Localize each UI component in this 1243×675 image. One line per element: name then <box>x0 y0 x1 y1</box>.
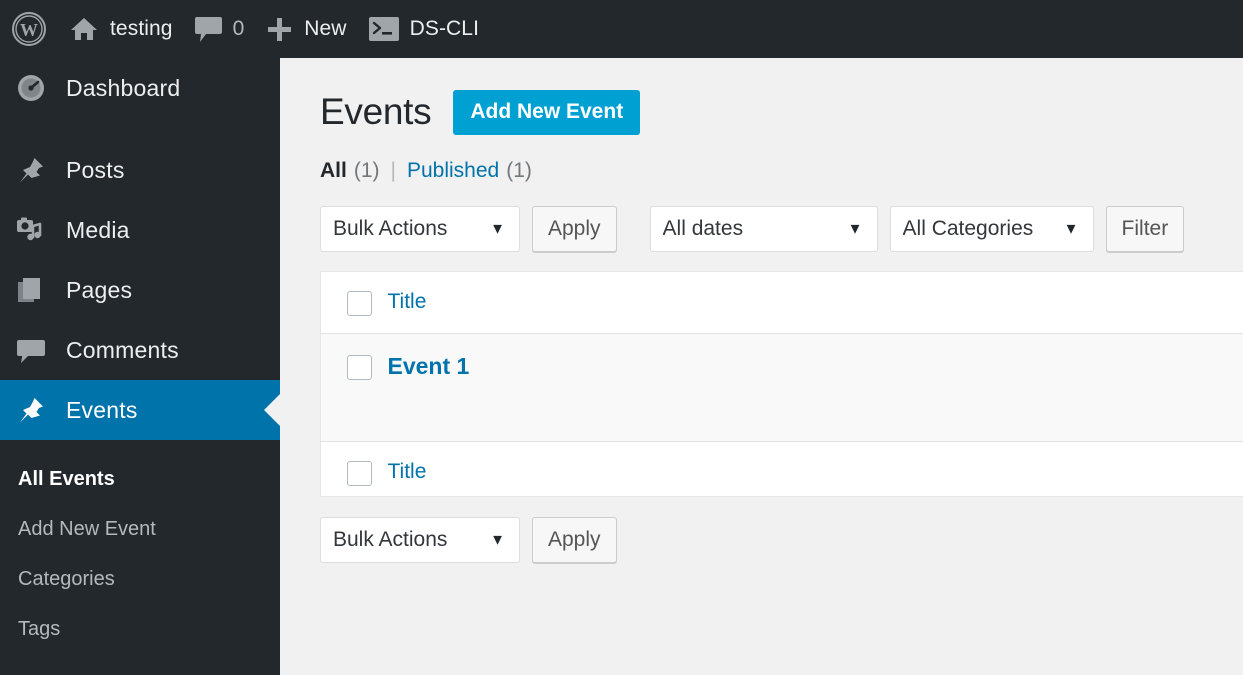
events-list-table: Title Event 1 Title <box>320 271 1243 498</box>
current-menu-arrow-icon <box>264 394 280 426</box>
table-header-row: Title <box>320 271 1243 335</box>
filter-count-all: (1) <box>353 159 380 182</box>
sidebar-item-label: Pages <box>66 276 133 303</box>
all-dates-select[interactable]: All dates <box>649 206 878 253</box>
row-select-checkbox[interactable] <box>347 355 372 381</box>
site-name-label: testing <box>110 17 173 40</box>
sidebar-item-label: Posts <box>66 156 125 183</box>
all-categories-select[interactable]: All Categories <box>889 206 1094 253</box>
submenu-item-categories[interactable]: Categories <box>0 554 280 604</box>
comments-count: 0 <box>232 17 245 40</box>
filter-button[interactable]: Filter <box>1105 206 1185 253</box>
dates-select-wrapper: All dates ▼ <box>649 206 878 253</box>
wordpress-admin-screen: W testing 0 New DS-CLI Dashboard Posts M… <box>0 0 1243 675</box>
admin-sidebar-menu: Dashboard Posts Media Pages Comments Eve… <box>0 58 280 675</box>
pushpin-icon <box>14 155 48 185</box>
bulk-actions-select-bottom[interactable]: Bulk Actions <box>320 517 520 564</box>
column-header-title[interactable]: Title <box>387 271 1243 335</box>
wordpress-logo-menu[interactable]: W <box>0 0 58 58</box>
row-select-cell <box>320 333 388 443</box>
row-title-link[interactable]: Event 1 <box>387 333 1243 443</box>
terminal-icon <box>368 17 399 41</box>
ds-cli-menu[interactable]: DS-CLI <box>358 0 490 58</box>
sidebar-item-label: Comments <box>66 336 179 363</box>
filter-link-all[interactable]: All <box>320 159 347 183</box>
table-head: Title <box>320 271 1243 335</box>
pages-stack-icon <box>14 275 48 305</box>
sidebar-item-events[interactable]: Events <box>0 380 280 440</box>
sidebar-item-label: Media <box>66 216 130 243</box>
main-content-area: Events Add New Event All (1) | Published… <box>280 58 1243 675</box>
filter-count-published: (1) <box>506 159 532 182</box>
page-title: Events <box>320 91 432 133</box>
table-foot: Title <box>320 441 1243 497</box>
filter-separator: | <box>390 159 396 182</box>
events-submenu: All Events Add New Event Categories Tags <box>0 440 280 664</box>
comment-bubble-icon <box>14 335 48 365</box>
sidebar-item-media[interactable]: Media <box>0 200 280 260</box>
wordpress-logo-icon: W <box>11 11 47 47</box>
select-all-checkbox-top[interactable] <box>347 291 372 317</box>
svg-text:W: W <box>20 20 38 40</box>
select-all-checkbox-bottom[interactable] <box>347 461 372 487</box>
comment-bubble-icon <box>194 15 222 44</box>
admin-bar: W testing 0 New DS-CLI <box>0 0 1243 58</box>
plus-icon <box>266 16 293 43</box>
table-navigation-top: Bulk Actions ▼ Apply All dates ▼ All Cat… <box>320 206 1243 253</box>
new-content-menu[interactable]: New <box>255 0 357 58</box>
select-all-header <box>320 271 388 335</box>
sidebar-item-dashboard[interactable]: Dashboard <box>0 58 280 118</box>
submenu-item-tags[interactable]: Tags <box>0 604 280 654</box>
sidebar-item-label: Dashboard <box>66 74 181 101</box>
submenu-item-all-events[interactable]: All Events <box>0 454 280 504</box>
bulk-actions-select-top[interactable]: Bulk Actions <box>320 206 520 253</box>
bulk-actions-select-wrapper: Bulk Actions ▼ <box>320 206 520 253</box>
comments-menu[interactable]: 0 <box>184 0 256 58</box>
home-icon <box>69 14 99 44</box>
add-new-event-button[interactable]: Add New Event <box>453 90 641 135</box>
categories-select-wrapper: All Categories ▼ <box>889 206 1094 253</box>
filter-link-published[interactable]: Published <box>407 159 499 183</box>
sidebar-item-posts[interactable]: Posts <box>0 140 280 200</box>
bulk-actions-select-wrapper-bottom: Bulk Actions ▼ <box>320 517 520 564</box>
sidebar-item-pages[interactable]: Pages <box>0 260 280 320</box>
pushpin-icon <box>14 395 48 425</box>
apply-button-bottom[interactable]: Apply <box>532 517 617 564</box>
select-all-footer <box>320 441 388 497</box>
sidebar-item-label: Events <box>66 396 138 423</box>
new-content-label: New <box>304 17 347 40</box>
table-navigation-bottom: Bulk Actions ▼ Apply <box>320 517 1243 564</box>
submenu-item-add-new-event[interactable]: Add New Event <box>0 504 280 554</box>
table-footer-row: Title <box>320 441 1243 497</box>
ds-cli-label: DS-CLI <box>409 17 480 40</box>
page-header: Events Add New Event <box>320 90 1243 135</box>
status-filter-links: All (1) | Published (1) <box>320 159 1243 183</box>
table-row: Event 1 <box>320 333 1243 443</box>
site-name-menu[interactable]: testing <box>58 0 184 58</box>
sidebar-item-comments[interactable]: Comments <box>0 320 280 380</box>
apply-button-top[interactable]: Apply <box>532 206 617 253</box>
table-body: Event 1 <box>320 333 1243 443</box>
media-camera-music-icon <box>14 215 48 245</box>
column-footer-title[interactable]: Title <box>387 441 1243 497</box>
dashboard-gauge-icon <box>14 73 48 103</box>
